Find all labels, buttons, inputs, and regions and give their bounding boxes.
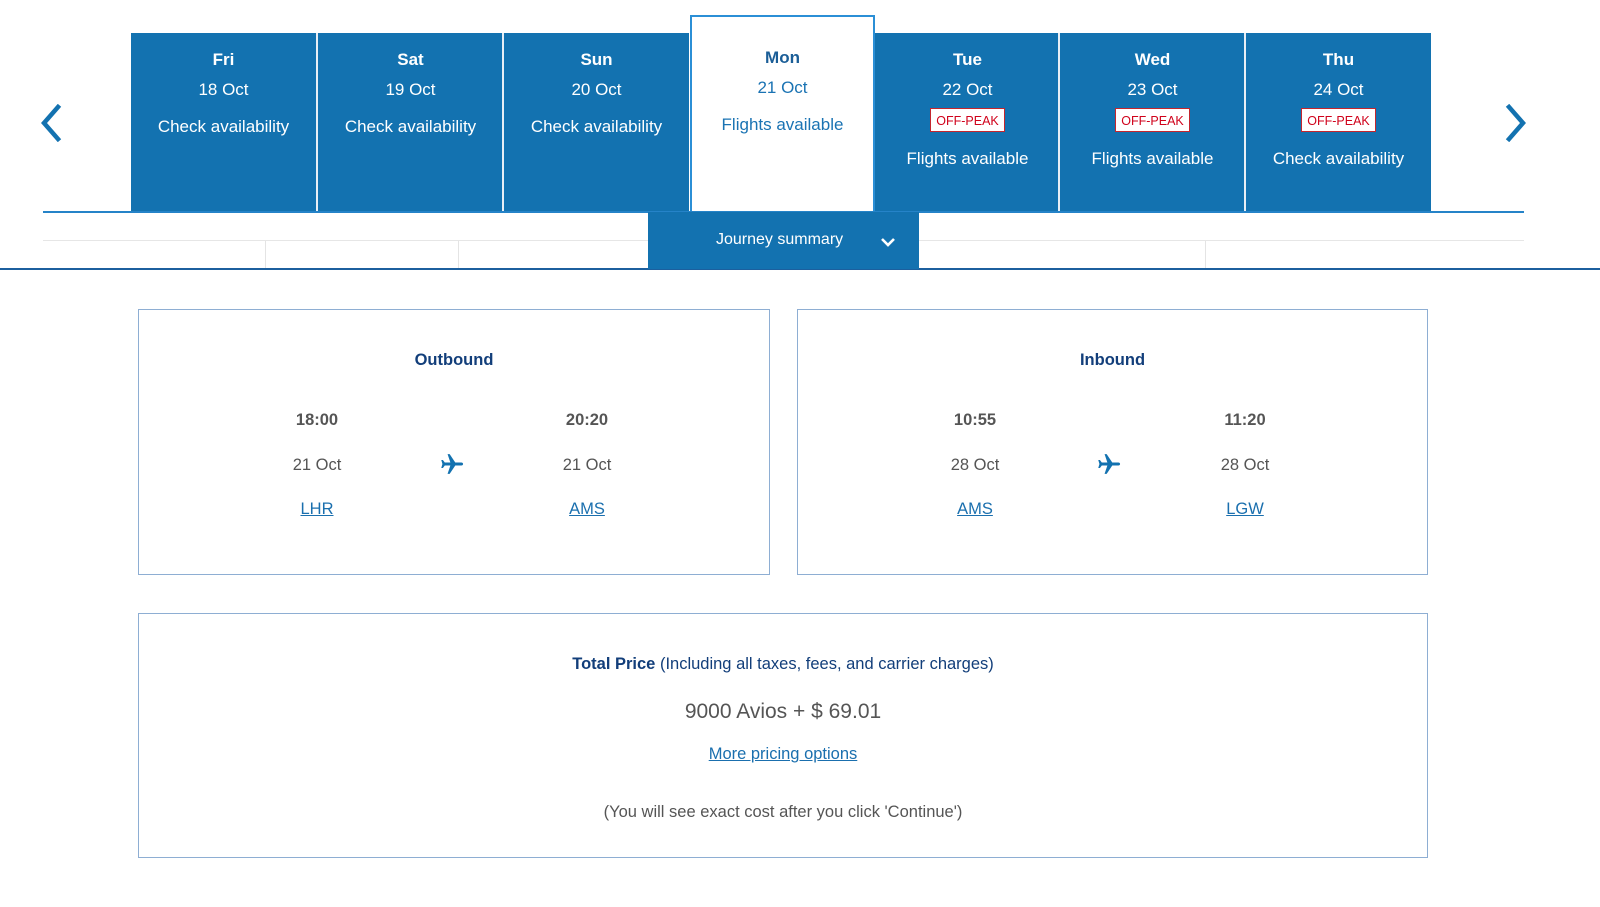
date-tile-fri-18-oct[interactable]: Fri 18 Oct Check availability: [131, 33, 316, 212]
tile-status: Check availability: [344, 117, 477, 136]
more-pricing-options-link[interactable]: More pricing options: [709, 745, 858, 763]
tab-strip-separator: [265, 241, 266, 268]
date-tile-thu-24-oct[interactable]: Thu 24 Oct OFF-PEAK Check availability: [1246, 33, 1431, 212]
tile-day: Fri: [212, 50, 235, 69]
chevron-left-icon: [41, 104, 62, 142]
tile-day: Tue: [953, 50, 982, 69]
tab-strip-separator: [1205, 241, 1206, 268]
airplane-icon: [441, 454, 464, 474]
tile-date: 21 Oct: [757, 78, 808, 97]
tile-date: 19 Oct: [385, 80, 436, 99]
date-tile-sat-19-oct[interactable]: Sat 19 Oct Check availability: [318, 33, 503, 212]
total-price-heading: Total Price (Including all taxes, fees, …: [139, 655, 1427, 674]
chevron-right-icon: [1505, 104, 1526, 142]
departure-airport-link[interactable]: AMS: [915, 500, 1035, 519]
departure-time: 18:00: [295, 411, 339, 429]
date-tile-sun-20-oct[interactable]: Sun 20 Oct Check availability: [504, 33, 689, 212]
next-dates-button[interactable]: [1504, 104, 1528, 142]
date-tile-wed-23-oct[interactable]: Wed 23 Oct OFF-PEAK Flights available: [1060, 33, 1245, 212]
tile-status: Check availability: [157, 117, 290, 136]
departure-airport-link[interactable]: LHR: [257, 500, 377, 519]
tile-day: Sat: [397, 50, 424, 69]
tile-date: 18 Oct: [198, 80, 249, 99]
tile-day: Sun: [580, 50, 613, 69]
tile-status: Check availability: [530, 117, 663, 136]
date-tile-mon-21-oct-selected[interactable]: Mon 21 Oct Flights available: [690, 15, 875, 213]
tile-date: 24 Oct: [1313, 80, 1364, 99]
departure-time: 10:55: [953, 411, 997, 429]
inbound-card: Inbound 10:55 28 Oct AMS 11:20 28 Oct LG…: [797, 309, 1428, 575]
tile-status: Flights available: [906, 149, 1029, 168]
airplane-icon: [1098, 454, 1121, 474]
tile-status: Flights available: [1091, 149, 1214, 168]
off-peak-badge: OFF-PEAK: [1301, 108, 1376, 132]
journey-summary-toggle[interactable]: Journey summary: [648, 212, 919, 269]
tab-strip-separator: [458, 241, 459, 268]
off-peak-badge: OFF-PEAK: [1115, 108, 1190, 132]
total-price-label: Total Price: [572, 655, 656, 673]
outbound-title: Outbound: [414, 351, 494, 369]
arrival-time: 20:20: [565, 411, 609, 429]
tile-day: Mon: [765, 48, 800, 67]
off-peak-badge: OFF-PEAK: [930, 108, 1005, 132]
previous-dates-button[interactable]: [39, 104, 63, 142]
tile-day: Thu: [1322, 50, 1355, 69]
price-note: (You will see exact cost after you click…: [603, 803, 963, 821]
departure-date: 28 Oct: [950, 456, 1000, 474]
arrival-airport-link[interactable]: LGW: [1185, 500, 1305, 519]
arrival-time: 11:20: [1224, 411, 1266, 429]
total-price-amount: 9000 Avios + $ 69.01: [684, 700, 882, 723]
arrival-date: 21 Oct: [562, 456, 612, 474]
arrival-date: 28 Oct: [1220, 456, 1270, 474]
tile-date: 23 Oct: [1127, 80, 1178, 99]
departure-date: 21 Oct: [292, 456, 342, 474]
total-price-box: Total Price (Including all taxes, fees, …: [138, 613, 1428, 858]
chevron-down-icon: [881, 238, 895, 247]
outbound-card: Outbound 18:00 21 Oct LHR 20:20 21 Oct A…: [138, 309, 770, 575]
tile-date: 22 Oct: [942, 80, 993, 99]
total-price-qualifier: (Including all taxes, fees, and carrier …: [655, 655, 994, 673]
tile-day: Wed: [1134, 50, 1171, 69]
inbound-title: Inbound: [1079, 351, 1146, 369]
tile-status: Flights available: [721, 115, 844, 134]
journey-summary-label: Journey summary: [716, 231, 844, 248]
date-tile-tue-22-oct[interactable]: Tue 22 Oct OFF-PEAK Flights available: [875, 33, 1060, 212]
tile-status: Check availability: [1272, 149, 1405, 168]
arrival-airport-link[interactable]: AMS: [527, 500, 647, 519]
tile-date: 20 Oct: [571, 80, 622, 99]
